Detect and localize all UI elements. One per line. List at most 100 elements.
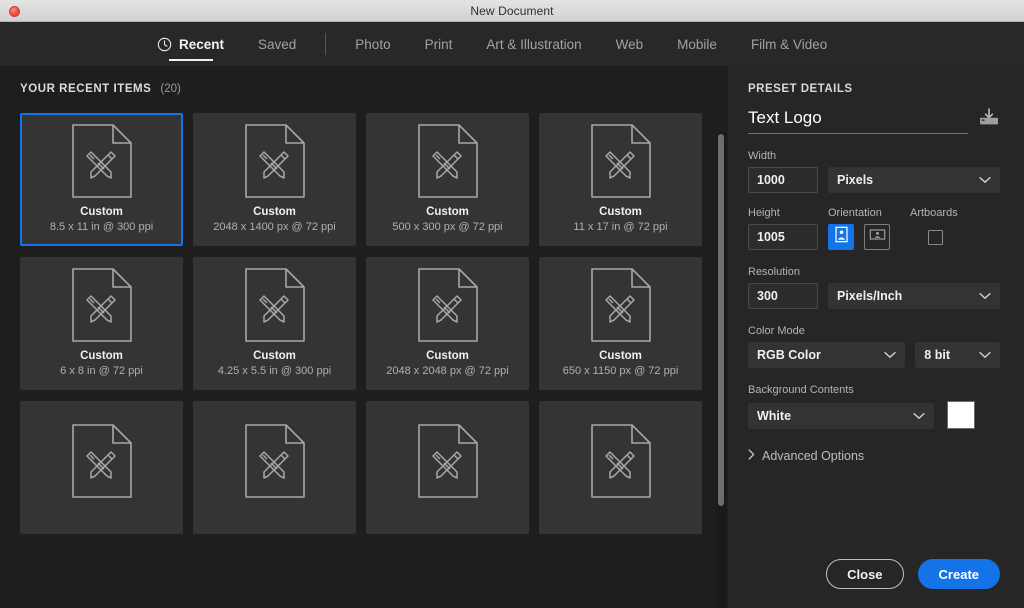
recent-item-name: Custom bbox=[253, 350, 296, 362]
recent-item-card[interactable]: Custom 2048 x 1400 px @ 72 ppi bbox=[193, 113, 356, 246]
document-icon bbox=[541, 115, 700, 206]
color-mode-row: RGB Color 8 bit bbox=[748, 342, 1000, 368]
tab-saved[interactable]: Saved bbox=[241, 22, 313, 66]
preset-name-field[interactable] bbox=[748, 108, 968, 134]
resolution-unit-value: Pixels/Inch bbox=[837, 289, 903, 303]
artboards-label: Artboards bbox=[910, 207, 958, 219]
close-button[interactable]: Close bbox=[826, 559, 904, 589]
recent-item-card[interactable]: Custom 8.5 x 11 in @ 300 ppi bbox=[20, 113, 183, 246]
recent-items-count: (20) bbox=[160, 83, 181, 95]
chevron-down-icon bbox=[884, 348, 896, 362]
background-contents-label: Background Contents bbox=[748, 384, 854, 396]
recent-item-card[interactable]: Custom 11 x 17 in @ 72 ppi bbox=[539, 113, 702, 246]
window-close-button[interactable] bbox=[9, 6, 20, 17]
tab-recent[interactable]: Recent bbox=[140, 22, 241, 66]
height-input[interactable] bbox=[748, 224, 818, 250]
recent-item-spec: 650 x 1150 px @ 72 ppi bbox=[562, 365, 679, 377]
width-group: Width Pixels bbox=[748, 150, 1000, 193]
bit-depth-select[interactable]: 8 bit bbox=[915, 342, 1000, 368]
bit-depth-value: 8 bit bbox=[924, 348, 950, 362]
recent-items-panel: YOUR RECENT ITEMS (20) Custom 8.5 x 11 in… bbox=[0, 66, 728, 608]
recent-item-spec: 11 x 17 in @ 72 ppi bbox=[573, 221, 668, 233]
tab-film-video[interactable]: Film & Video bbox=[734, 22, 844, 66]
advanced-options-label: Advanced Options bbox=[762, 449, 865, 463]
resolution-input[interactable] bbox=[748, 283, 818, 309]
recent-items-title: YOUR RECENT ITEMS bbox=[20, 83, 152, 95]
orientation-portrait-button[interactable] bbox=[828, 224, 854, 250]
recent-item-card[interactable] bbox=[20, 401, 183, 534]
tab-web-label: Web bbox=[615, 36, 644, 52]
width-input[interactable] bbox=[748, 167, 818, 193]
resolution-label: Resolution bbox=[748, 266, 800, 278]
recent-item-card[interactable]: Custom 4.25 x 5.5 in @ 300 ppi bbox=[193, 257, 356, 390]
recent-item-spec: 8.5 x 11 in @ 300 ppi bbox=[49, 221, 154, 233]
orientation-landscape-button[interactable] bbox=[864, 224, 890, 250]
tab-photo-label: Photo bbox=[355, 36, 391, 52]
recent-item-card[interactable] bbox=[193, 401, 356, 534]
artboards-checkbox[interactable] bbox=[928, 230, 943, 245]
recent-items-header: YOUR RECENT ITEMS (20) bbox=[20, 83, 181, 95]
color-mode-label: Color Mode bbox=[748, 325, 805, 337]
clock-icon bbox=[157, 37, 172, 52]
recent-item-card[interactable] bbox=[366, 401, 529, 534]
recent-item-card[interactable]: Custom 2048 x 2048 px @ 72 ppi bbox=[366, 257, 529, 390]
resolution-unit-select[interactable]: Pixels/Inch bbox=[828, 283, 1000, 309]
document-icon bbox=[368, 259, 527, 350]
recent-item-spec: 2048 x 2048 px @ 72 ppi bbox=[386, 365, 509, 377]
recent-item-spec: 2048 x 1400 px @ 72 ppi bbox=[213, 221, 336, 233]
tab-list: Recent Saved Photo Print Art & Illustrat… bbox=[140, 22, 844, 66]
tab-art-illustration-label: Art & Illustration bbox=[486, 36, 582, 52]
create-button[interactable]: Create bbox=[917, 559, 1000, 589]
preset-details-title: PRESET DETAILS bbox=[748, 83, 853, 95]
tab-print[interactable]: Print bbox=[408, 22, 470, 66]
height-orientation-controls bbox=[748, 224, 1000, 250]
recent-item-name: Custom bbox=[426, 350, 469, 362]
chevron-down-icon bbox=[979, 289, 991, 303]
background-contents-select[interactable]: White bbox=[748, 403, 934, 429]
chevron-down-icon bbox=[913, 409, 925, 423]
resolution-row: Pixels/Inch bbox=[748, 283, 1000, 309]
height-orientation-group: Height Orientation Artboards bbox=[748, 207, 1000, 250]
document-icon bbox=[22, 259, 181, 350]
preset-name-input[interactable] bbox=[748, 108, 968, 128]
window-titlebar: New Document bbox=[0, 0, 1024, 22]
document-icon bbox=[541, 403, 700, 518]
color-mode-value: RGB Color bbox=[757, 348, 821, 362]
recent-item-name: Custom bbox=[426, 206, 469, 218]
advanced-options-toggle[interactable]: Advanced Options bbox=[748, 449, 1000, 463]
tab-mobile[interactable]: Mobile bbox=[660, 22, 734, 66]
tab-web[interactable]: Web bbox=[599, 22, 661, 66]
tab-print-label: Print bbox=[424, 36, 453, 52]
dialog-footer-buttons: Close Create bbox=[826, 559, 1000, 589]
width-row: Pixels bbox=[748, 167, 1000, 193]
recent-item-name: Custom bbox=[253, 206, 296, 218]
recent-item-card[interactable] bbox=[539, 401, 702, 534]
width-unit-select[interactable]: Pixels bbox=[828, 167, 1000, 193]
tab-saved-label: Saved bbox=[258, 36, 297, 52]
recent-item-name: Custom bbox=[80, 206, 123, 218]
recent-item-card[interactable]: Custom 6 x 8 in @ 72 ppi bbox=[20, 257, 183, 390]
preset-name-row bbox=[748, 108, 1000, 134]
recent-item-card[interactable]: Custom 650 x 1150 px @ 72 ppi bbox=[539, 257, 702, 390]
document-icon bbox=[22, 403, 181, 518]
color-mode-group: Color Mode RGB Color 8 bit bbox=[748, 325, 1000, 368]
save-preset-icon[interactable] bbox=[978, 108, 1000, 131]
document-icon bbox=[368, 115, 527, 206]
height-label: Height bbox=[748, 207, 780, 219]
background-color-swatch[interactable] bbox=[947, 401, 975, 429]
recent-grid-scrollbar-thumb[interactable] bbox=[718, 134, 724, 506]
recent-item-name: Custom bbox=[80, 350, 123, 362]
document-icon bbox=[541, 259, 700, 350]
height-orientation-labels: Height Orientation Artboards bbox=[748, 207, 1000, 224]
window-title: New Document bbox=[470, 3, 554, 18]
document-icon bbox=[195, 115, 354, 206]
tab-film-video-label: Film & Video bbox=[750, 36, 828, 52]
color-mode-select[interactable]: RGB Color bbox=[748, 342, 906, 368]
tab-divider bbox=[325, 33, 327, 55]
tab-recent-label: Recent bbox=[179, 36, 225, 52]
tab-art-illustration[interactable]: Art & Illustration bbox=[469, 22, 598, 66]
recent-item-card[interactable]: Custom 500 x 300 px @ 72 ppi bbox=[366, 113, 529, 246]
new-document-dialog: New Document Recent Saved Photo Print Ar… bbox=[0, 0, 1024, 608]
recent-items-grid: Custom 8.5 x 11 in @ 300 ppi Custom 2048 x… bbox=[20, 113, 704, 600]
tab-photo[interactable]: Photo bbox=[338, 22, 407, 66]
